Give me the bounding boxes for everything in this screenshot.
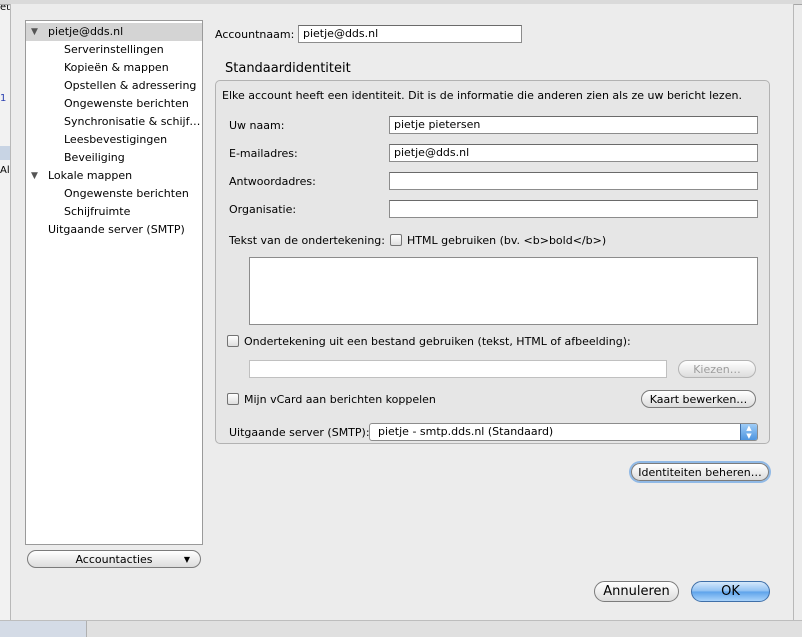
cancel-button[interactable]: Annuleren	[594, 581, 679, 602]
ok-button[interactable]: OK	[691, 581, 770, 602]
use-html-label: HTML gebruiken (bv. <b>bold</b>)	[407, 234, 607, 247]
vcard-checkbox[interactable]	[227, 393, 239, 405]
choose-file-button[interactable]: Kiezen…	[678, 360, 756, 378]
tree-item-label: Schijfruimte	[64, 205, 131, 218]
reply-to-input[interactable]	[389, 172, 758, 190]
tree-item-sync-disk[interactable]: Synchronisatie & schijf…	[26, 113, 202, 131]
dropdown-arrow-icon: ▼	[183, 555, 190, 564]
tree-item-server-settings[interactable]: Serverinstellingen	[26, 41, 202, 59]
tree-item-label: Opstellen & adressering	[64, 79, 197, 92]
tree-item-label: Ongewenste berichten	[64, 97, 189, 110]
select-stepper-icon: ▲ ▼	[740, 424, 757, 440]
tree-item-local-junk[interactable]: Ongewenste berichten	[26, 185, 202, 203]
name-label: Uw naam:	[229, 119, 285, 132]
tree-item-smtp[interactable]: Uitgaande server (SMTP)	[26, 221, 202, 239]
background-selection	[0, 146, 10, 160]
edit-card-button[interactable]: Kaart bewerken…	[641, 390, 756, 408]
account-actions-button[interactable]: Accountacties ▼	[27, 550, 201, 568]
tree-item-label: Uitgaande server (SMTP)	[48, 223, 185, 236]
name-input[interactable]: pietje pietersen	[389, 116, 758, 134]
smtp-selected-value: pietje - smtp.dds.nl (Standaard)	[378, 425, 554, 438]
tree-item-label: Ongewenste berichten	[64, 187, 189, 200]
disclosure-triangle-icon[interactable]: ▼	[31, 23, 38, 41]
tree-item-label: pietje@dds.nl	[48, 25, 124, 38]
identity-section-title: Standaardidentiteit	[225, 61, 351, 76]
tree-item-label: Leesbevestigingen	[64, 133, 168, 146]
account-name-input[interactable]: pietje@dds.nl	[298, 25, 522, 43]
signature-label: Tekst van de ondertekening:	[229, 234, 385, 247]
background-text: 1	[0, 93, 7, 104]
tree-item-composition[interactable]: Opstellen & adressering	[26, 77, 202, 95]
disclosure-triangle-icon[interactable]: ▼	[31, 167, 38, 185]
tree-item-receipts[interactable]: Leesbevestigingen	[26, 131, 202, 149]
smtp-select[interactable]: pietje - smtp.dds.nl (Standaard) ▲ ▼	[369, 423, 758, 441]
reply-to-label: Antwoordadres:	[229, 175, 316, 188]
tree-item-security[interactable]: Beveiliging	[26, 149, 202, 167]
background-status-bar	[0, 620, 802, 637]
identity-description: Elke account heeft een identiteit. Dit i…	[222, 89, 742, 102]
tree-item-label: Lokale mappen	[48, 169, 133, 182]
manage-identities-button[interactable]: Identiteiten beheren…	[631, 463, 769, 481]
email-input[interactable]: pietje@dds.nl	[389, 144, 758, 162]
tree-item-label: Serverinstellingen	[64, 43, 164, 56]
organization-label: Organisatie:	[229, 203, 297, 216]
account-name-label: Accountnaam:	[215, 28, 295, 41]
tree-item-local-folders[interactable]: ▼ Lokale mappen	[26, 167, 202, 185]
signature-file-input[interactable]	[249, 360, 667, 378]
vcard-label: Mijn vCard aan berichten koppelen	[244, 393, 436, 406]
organization-input[interactable]	[389, 200, 758, 218]
email-label: E-mailadres:	[229, 147, 298, 160]
signature-file-checkbox[interactable]	[227, 335, 239, 347]
signature-textarea[interactable]	[249, 257, 758, 325]
tree-item-label: Synchronisatie & schijf…	[64, 115, 201, 128]
use-html-checkbox[interactable]	[390, 234, 402, 246]
tree-item-disk-space[interactable]: Schijfruimte	[26, 203, 202, 221]
tree-item-junk[interactable]: Ongewenste berichten	[26, 95, 202, 113]
tree-item-label: Kopieën & mappen	[64, 61, 169, 74]
account-tree[interactable]: ▼ pietje@dds.nl Serverinstellingen Kopie…	[25, 20, 203, 545]
account-actions-label: Accountacties	[75, 553, 153, 566]
tree-item-copies-folders[interactable]: Kopieën & mappen	[26, 59, 202, 77]
tree-item-label: Beveiliging	[64, 151, 125, 164]
signature-file-label: Ondertekening uit een bestand gebruiken …	[244, 335, 631, 348]
tree-item-account[interactable]: ▼ pietje@dds.nl	[26, 23, 202, 41]
smtp-label: Uitgaande server (SMTP):	[229, 426, 370, 439]
